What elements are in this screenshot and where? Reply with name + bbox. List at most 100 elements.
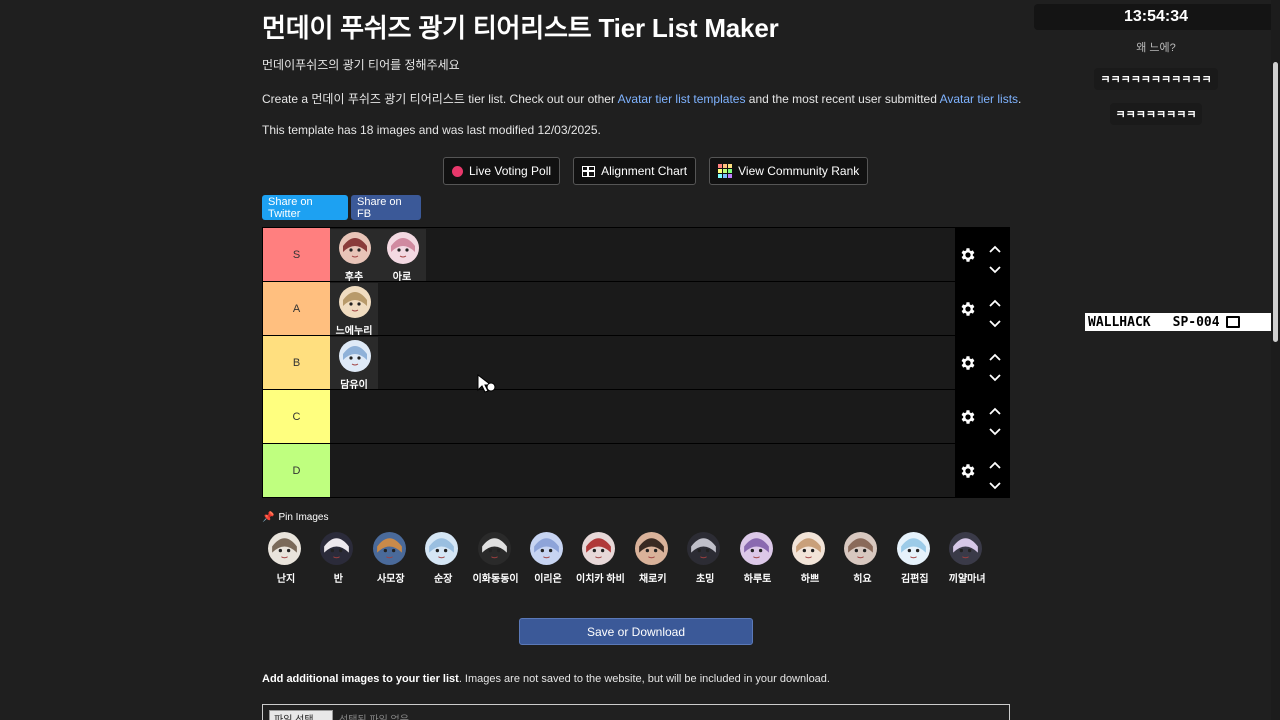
tier-row: D	[262, 443, 1010, 497]
chat-message: 왜 느에?	[1034, 36, 1278, 58]
avatar	[387, 232, 419, 264]
tier-row: B 담유이	[262, 335, 1010, 391]
image-pool: 난지 반 사모장 순장 이화동동이 이리온 이치카 하비 채로키 초밍 하루토 하쁘 히요 김편집 끼얄마…	[262, 530, 1010, 586]
item-name: 난지	[276, 574, 296, 585]
tier-label[interactable]: B	[263, 336, 330, 389]
tier-controls	[955, 228, 1010, 281]
template-info: This template has 18 images and was last…	[262, 123, 601, 137]
pool-item[interactable]: 김편집	[887, 530, 943, 586]
tier-row: C	[262, 389, 1010, 443]
item-name: 하쁘	[800, 574, 820, 585]
chevron-up-icon[interactable]	[989, 456, 1001, 469]
chevron-down-icon[interactable]	[989, 369, 1001, 382]
pool-item[interactable]: 난지	[258, 530, 314, 586]
pool-item[interactable]: 하루토	[730, 530, 786, 586]
avatar	[792, 532, 825, 565]
save-download-button[interactable]: Save or Download	[519, 618, 753, 645]
rank-grid-icon	[718, 164, 733, 178]
chevron-up-icon[interactable]	[989, 294, 1001, 307]
pool-item[interactable]: 반	[310, 530, 366, 586]
avatar	[339, 340, 371, 372]
pool-item[interactable]: 이화동동이	[468, 530, 524, 586]
chat-message: ㅋㅋㅋㅋㅋㅋㅋㅋ	[1034, 103, 1278, 125]
tier-controls	[955, 282, 1010, 335]
tier-controls	[955, 444, 1010, 497]
avatar-tierlists-link[interactable]: Avatar tier lists	[940, 92, 1018, 106]
item-name: 반	[333, 574, 343, 585]
item-name: 초밍	[695, 574, 715, 585]
avatar	[339, 286, 371, 318]
chat-text: 왜 느에?	[1136, 42, 1176, 54]
gear-icon[interactable]	[959, 354, 977, 372]
tier-label[interactable]: A	[263, 282, 330, 335]
tier-item[interactable]: 느에누리	[330, 283, 378, 337]
tier-drop-area[interactable]: 느에누리	[330, 282, 955, 337]
gear-icon[interactable]	[959, 408, 977, 426]
page-title: 먼데이 푸쉬즈 광기 티어리스트 Tier List Maker	[262, 13, 779, 43]
gear-icon[interactable]	[959, 246, 977, 264]
live-voting-button[interactable]: Live Voting Poll	[443, 157, 561, 185]
tier-item[interactable]: 담유이	[330, 337, 378, 391]
avatar	[425, 532, 459, 565]
avatar	[949, 532, 983, 565]
pool-item[interactable]: 하쁘	[782, 530, 838, 586]
tier-drop-area[interactable]: 후추 아로	[330, 228, 955, 283]
item-name: 이리온	[534, 574, 562, 585]
share-fb-button[interactable]: Share on FB	[351, 195, 421, 220]
file-choose-button[interactable]: 파일 선택	[269, 710, 333, 720]
template-description: Create a 먼데이 푸쉬즈 광기 티어리스트 tier list. Che…	[262, 90, 1021, 107]
chevron-down-icon[interactable]	[989, 261, 1001, 274]
avatar	[634, 532, 668, 565]
tier-drop-area[interactable]	[330, 390, 955, 443]
chat-text: ㅋㅋㅋㅋㅋㅋㅋㅋ	[1109, 103, 1203, 125]
tier-drop-area[interactable]: 담유이	[330, 336, 955, 391]
tier-item[interactable]: 아로	[378, 229, 426, 283]
tier-label[interactable]: C	[263, 390, 330, 443]
item-name: 히요	[853, 574, 872, 585]
item-name: 김편집	[900, 574, 929, 585]
item-name: 사모장	[376, 574, 405, 585]
pool-item[interactable]: 초밍	[677, 530, 733, 586]
avatar	[844, 532, 878, 565]
pool-item[interactable]: 사모장	[363, 530, 419, 586]
tier-label[interactable]: S	[263, 228, 330, 281]
pool-item[interactable]: 순장	[415, 530, 471, 586]
pin-images-toggle[interactable]: 📌 Pin Images	[262, 512, 328, 523]
add-images-rest: . Images are not saved to the website, b…	[458, 673, 830, 685]
alignment-chart-button[interactable]: Alignment Chart	[573, 157, 697, 185]
chat-message: ㅋㅋㅋㅋㅋㅋㅋㅋㅋㅋㅋ	[1034, 68, 1278, 90]
tier-label[interactable]: D	[263, 444, 330, 497]
tier-row: S 후추 아로	[262, 227, 1010, 283]
item-name: 끼얄마녀	[948, 574, 986, 585]
stream-clock: 13:54:34	[1034, 4, 1278, 30]
item-name: 이치카 하비	[576, 574, 625, 585]
chevron-down-icon[interactable]	[989, 477, 1001, 490]
community-rank-button[interactable]: View Community Rank	[709, 157, 869, 185]
chevron-up-icon[interactable]	[989, 402, 1001, 415]
avatar	[339, 232, 371, 264]
avatar-templates-link[interactable]: Avatar tier list templates	[618, 92, 746, 106]
gear-icon[interactable]	[959, 462, 977, 480]
gear-icon[interactable]	[959, 300, 977, 318]
create-middle: and the most recent user submitted	[745, 92, 940, 106]
grid-icon	[582, 165, 596, 177]
item-name: 하루토	[743, 574, 772, 585]
pool-item[interactable]: 이치카 하비	[572, 530, 628, 586]
pin-images-label: Pin Images	[278, 512, 329, 523]
tier-item[interactable]: 후추	[330, 229, 378, 283]
chevron-up-icon[interactable]	[989, 348, 1001, 361]
pool-item[interactable]: 채로키	[625, 530, 681, 586]
pool-item[interactable]: 끼얄마녀	[939, 530, 995, 586]
chevron-down-icon[interactable]	[989, 423, 1001, 436]
scrollbar-thumb[interactable]	[1273, 62, 1278, 342]
tier-drop-area[interactable]	[330, 444, 955, 497]
chevron-down-icon[interactable]	[989, 315, 1001, 328]
pool-item[interactable]: 히요	[834, 530, 890, 586]
share-twitter-button[interactable]: Share on Twitter	[262, 195, 348, 220]
chevron-up-icon[interactable]	[989, 240, 1001, 253]
item-name: 순장	[433, 574, 453, 585]
scrollbar[interactable]	[1271, 0, 1280, 720]
item-name: 채로키	[638, 574, 667, 585]
file-upload-box: 파일 선택 선택된 파일 없음	[262, 704, 1010, 720]
pool-item[interactable]: 이리온	[520, 530, 576, 586]
